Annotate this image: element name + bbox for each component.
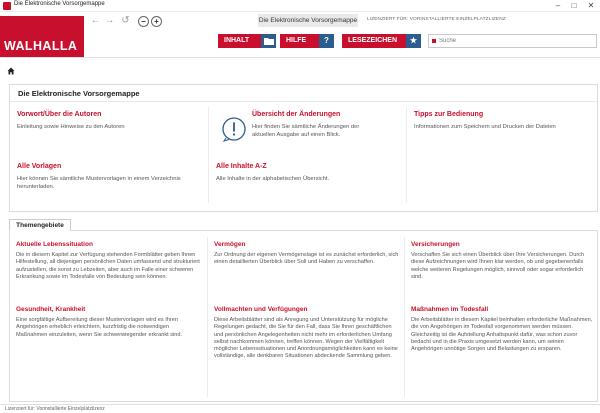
theme-title[interactable]: Vollmachten und Verfügungen: [214, 306, 399, 313]
theme-title[interactable]: Gesundheit, Krankheit: [16, 306, 201, 313]
card-description: Einleitung sowie Hinweise zu den Autoren: [17, 124, 125, 130]
theme-title[interactable]: Maßnahmen im Todesfall: [411, 306, 596, 313]
card-separator: [208, 107, 209, 157]
status-bar: Lizenziert für: Vorinstallierte Einzelpl…: [0, 404, 600, 413]
card-alle-inhalte[interactable]: Alle Inhalte A-Z Alle Inhalte in der alp…: [216, 163, 401, 197]
zoom-out-icon[interactable]: −: [138, 16, 149, 27]
theme-title[interactable]: Aktuelle Lebenssituation: [16, 241, 201, 248]
card-tipps[interactable]: Tipps zur Bedienung Informationen zum Sp…: [414, 111, 594, 145]
theme-aktuelle-lebenssituation[interactable]: Aktuelle Lebenssituation Die in diesem K…: [16, 241, 201, 281]
theme-title[interactable]: Versicherungen: [411, 241, 596, 248]
card-separator: [406, 157, 407, 203]
card-title[interactable]: Alle Vorlagen: [17, 163, 61, 170]
theme-description: Eine sorgfältige Aufbereitung dieser Mus…: [16, 317, 183, 338]
theme-title[interactable]: Vermögen: [214, 241, 399, 248]
overview-title: Die Elektronische Vorsorgemappe: [18, 89, 140, 98]
footer-license-text: Lizenziert für: Vorinstallierte Einzelpl…: [5, 406, 105, 412]
inhalt-button[interactable]: INHALT: [218, 34, 261, 48]
search-marker-icon: [432, 39, 436, 43]
theme-description: Verschaffen Sie sich einen Überblick übe…: [411, 252, 585, 280]
card-separator: [406, 107, 407, 157]
search-input[interactable]: [439, 36, 589, 46]
app-header: WALHALLA ← → ↺ − + Die Elektronische Vor…: [0, 12, 600, 58]
logo-text: WALHALLA: [4, 39, 78, 53]
theme-description: Die in diesem Kapitel zur Verfügung steh…: [16, 252, 200, 280]
home-icon[interactable]: [7, 67, 15, 75]
maximize-button[interactable]: □: [566, 0, 582, 11]
window-titlebar: Die Elektronische Vorsorgemappe – □ ✕: [0, 0, 600, 12]
card-description: Hier finden Sie sämtliche Änderungen der…: [252, 124, 360, 138]
theme-separator: [404, 237, 405, 397]
card-aenderungen[interactable]: Übersicht der Änderungen Hier finden Sie…: [216, 111, 401, 145]
theme-separator: [207, 237, 208, 397]
document-tab[interactable]: Die Elektronische Vorsorgemappe: [258, 14, 358, 27]
close-button[interactable]: ✕: [583, 0, 599, 11]
theme-massnahmen-todesfall[interactable]: Maßnahmen im Todesfall Die Arbeitsblätte…: [411, 306, 596, 353]
theme-gesundheit[interactable]: Gesundheit, Krankheit Eine sorgfältige A…: [16, 306, 201, 339]
theme-versicherungen[interactable]: Versicherungen Verschaffen Sie sich eine…: [411, 241, 596, 281]
zoom-in-icon[interactable]: +: [151, 16, 162, 27]
theme-description: Die Arbeitsblätter in diesem Kapitel bei…: [411, 317, 593, 353]
themengebiete-panel: Aktuelle Lebenssituation Die in diesem K…: [9, 230, 598, 402]
header-divider: [0, 57, 600, 58]
theme-vollmachten[interactable]: Vollmachten und Verfügungen Diese Arbeit…: [214, 306, 399, 361]
search-box[interactable]: [428, 34, 597, 48]
walhalla-logo[interactable]: WALHALLA: [0, 16, 84, 58]
card-separator: [208, 157, 209, 203]
window-title: Die Elektronische Vorsorgemappe: [14, 1, 105, 7]
card-title[interactable]: Übersicht der Änderungen: [252, 111, 340, 118]
tab-themengebiete[interactable]: Themengebiete: [9, 219, 71, 231]
theme-vermoegen[interactable]: Vermögen Zur Ordnung der eigenen Vermöge…: [214, 241, 399, 267]
star-icon[interactable]: ★: [406, 34, 421, 48]
card-vorwort[interactable]: Vorwort/Über die Autoren Einleitung sowi…: [17, 111, 202, 145]
card-title[interactable]: Alle Inhalte A-Z: [216, 163, 267, 170]
help-icon[interactable]: ?: [319, 34, 334, 48]
card-description: Alle Inhalte in der alphabetischen Übers…: [216, 176, 330, 182]
hilfe-button[interactable]: HILFE: [280, 34, 319, 48]
card-description: Informationen zum Speichern und Drucken …: [414, 124, 556, 130]
lesezeichen-button[interactable]: LESEZEICHEN: [342, 34, 406, 48]
app-icon: [3, 2, 11, 10]
license-label: LIZENZIERT FÜR: VORINSTALLIERTE EINZELPL…: [367, 17, 506, 22]
arrow-left-icon[interactable]: ←: [90, 16, 101, 27]
overview-panel: Die Elektronische Vorsorgemappe Vorwort/…: [9, 84, 598, 212]
theme-description: Diese Arbeitsblätter sind als Anregung u…: [214, 317, 398, 360]
history-icon[interactable]: ↺: [120, 16, 131, 27]
overview-title-divider: [10, 101, 597, 102]
folder-icon[interactable]: [261, 34, 276, 48]
minimize-button[interactable]: –: [550, 0, 566, 11]
theme-description: Zur Ordnung der eigenen Vermögenslage is…: [214, 252, 399, 266]
card-title[interactable]: Tipps zur Bedienung: [414, 111, 483, 118]
card-description: Hier können Sie sämtliche Mustervorlagen…: [17, 176, 181, 190]
arrow-right-icon[interactable]: →: [104, 16, 115, 27]
card-title[interactable]: Vorwort/Über die Autoren: [17, 111, 101, 118]
card-alle-vorlagen[interactable]: Alle Vorlagen Hier können Sie sämtliche …: [17, 163, 187, 197]
